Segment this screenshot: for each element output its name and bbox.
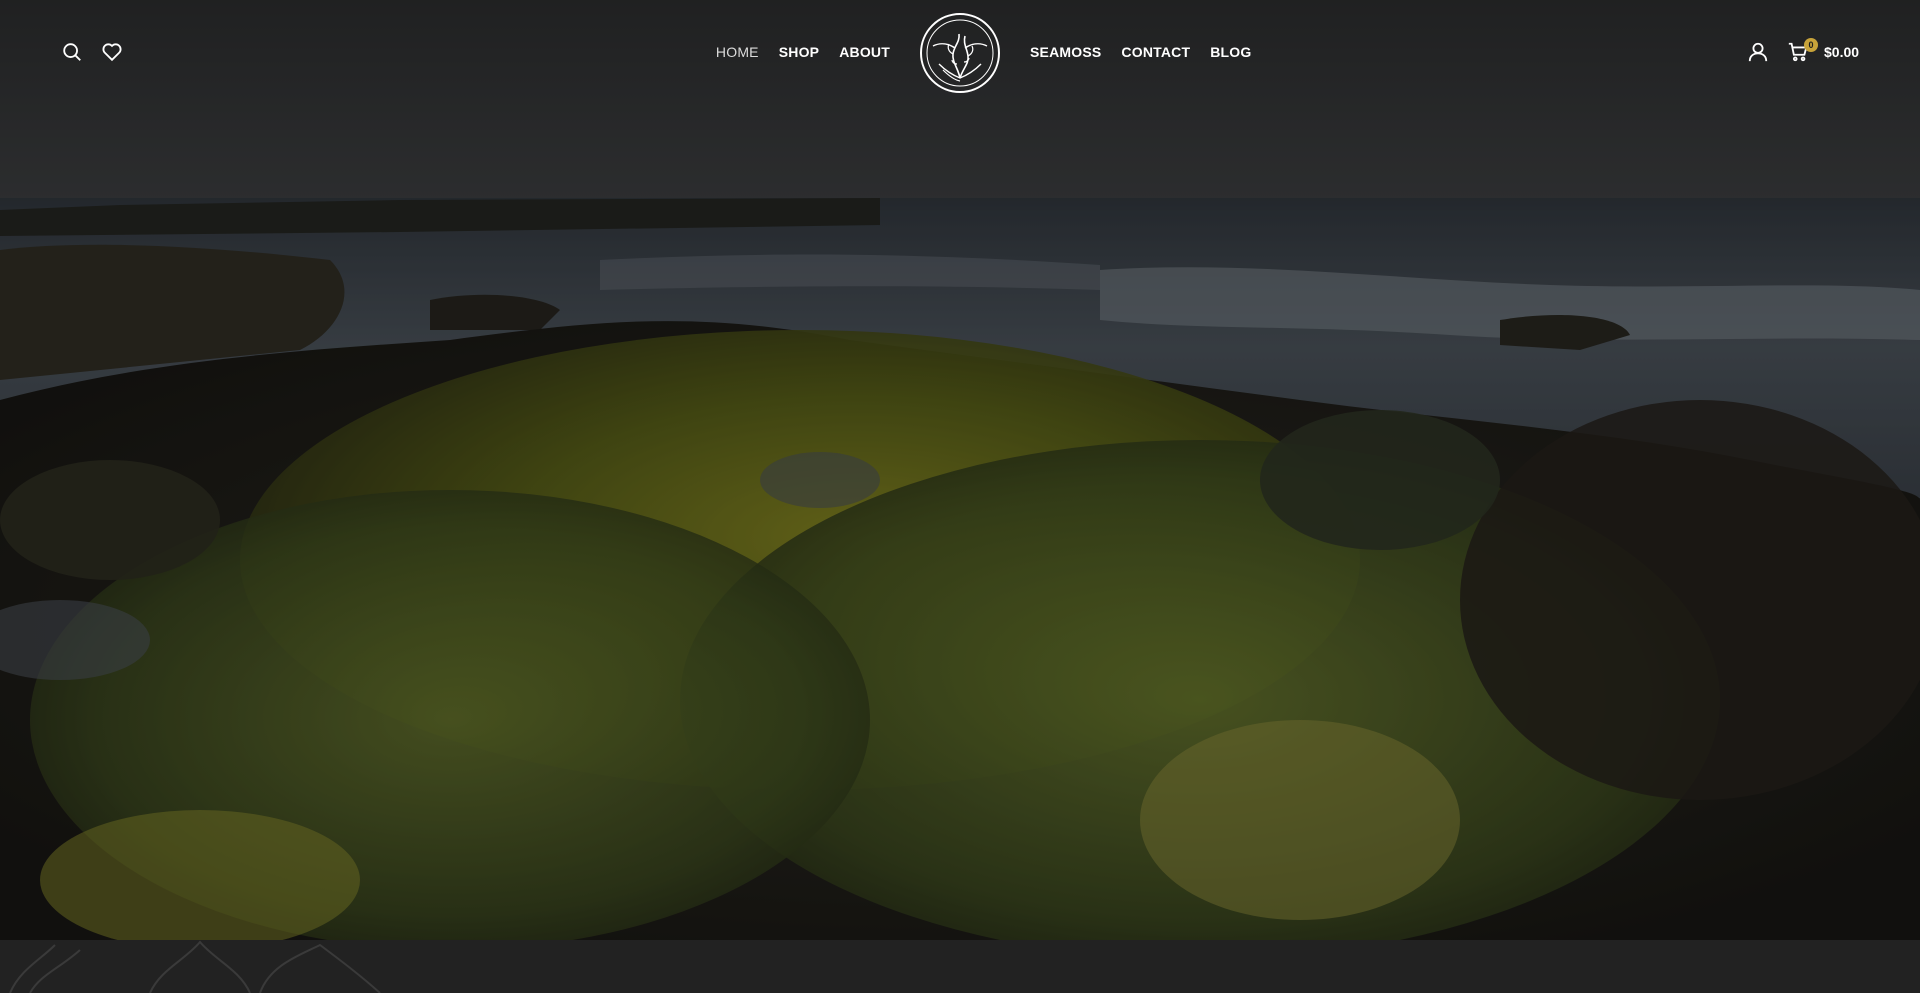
decorative-seaweed-outline <box>9 940 381 993</box>
nav-about[interactable]: ABOUT <box>839 40 890 64</box>
main-nav-left: HOME SHOP ABOUT <box>716 40 890 64</box>
cart-total[interactable]: $0.00 <box>1824 40 1859 64</box>
section-band <box>0 940 1920 993</box>
nav-home[interactable]: HOME <box>716 40 759 64</box>
nav-seamoss[interactable]: SEAMOSS <box>1030 40 1101 64</box>
search-icon <box>63 43 81 61</box>
nav-contact[interactable]: CONTACT <box>1121 40 1190 64</box>
user-icon <box>1748 42 1768 62</box>
wishlist-button[interactable] <box>100 40 124 64</box>
nav-blog[interactable]: BLOG <box>1210 40 1251 64</box>
hero-background-image <box>0 0 1920 940</box>
nav-shop[interactable]: SHOP <box>779 40 819 64</box>
heart-icon <box>102 43 122 62</box>
site-header: HOME SHOP ABOUT SEAMOSS CONTACT BLOG 0 $… <box>0 0 1920 104</box>
cart-count-badge: 0 <box>1804 38 1818 52</box>
search-button[interactable] <box>60 40 84 64</box>
seamoss-logo-icon <box>920 13 1000 93</box>
account-button[interactable] <box>1746 40 1770 64</box>
hero-banner <box>0 0 1920 940</box>
main-nav-right: SEAMOSS CONTACT BLOG <box>1030 40 1251 64</box>
site-logo[interactable] <box>919 12 1001 94</box>
